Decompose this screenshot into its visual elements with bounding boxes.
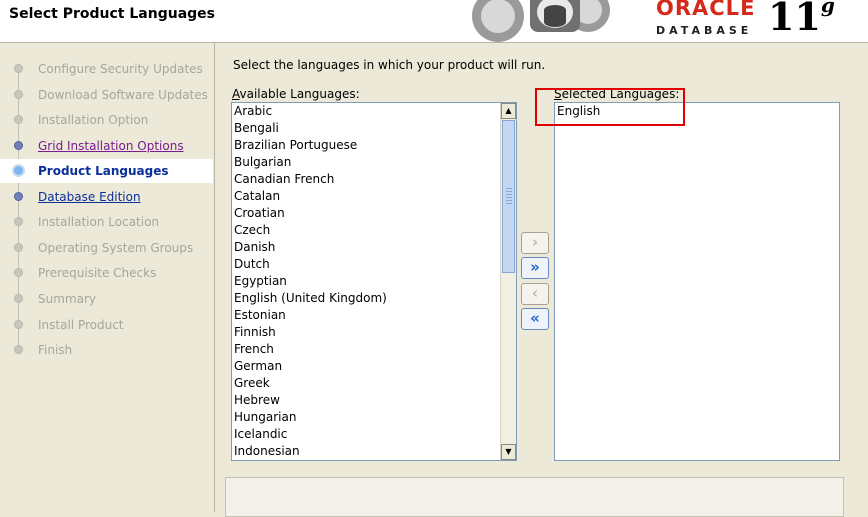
step-dot-icon bbox=[14, 115, 23, 124]
step-current-icon bbox=[12, 164, 25, 177]
list-item[interactable]: Croatian bbox=[232, 205, 516, 222]
list-item[interactable]: Bulgarian bbox=[232, 154, 516, 171]
list-item[interactable]: German bbox=[232, 358, 516, 375]
database-logo-text: DATABASE bbox=[656, 24, 753, 37]
list-item[interactable]: Bengali bbox=[232, 120, 516, 137]
step-grid-installation-options[interactable]: Grid Installation Options bbox=[0, 134, 213, 158]
list-item[interactable]: Dutch bbox=[232, 256, 516, 273]
step-label: Product Languages bbox=[38, 164, 169, 178]
list-item[interactable]: French bbox=[232, 341, 516, 358]
list-item[interactable]: Icelandic bbox=[232, 426, 516, 443]
step-label[interactable]: Database Edition bbox=[38, 190, 141, 204]
step-dot-icon bbox=[14, 90, 23, 99]
step-database-edition[interactable]: Database Edition bbox=[0, 185, 213, 209]
step-prerequisite-checks: Prerequisite Checks bbox=[0, 261, 213, 285]
list-item[interactable]: Finnish bbox=[232, 324, 516, 341]
step-finish: Finish bbox=[0, 338, 213, 362]
step-dot-icon bbox=[14, 64, 23, 73]
available-languages-label: Available Languages: bbox=[232, 87, 360, 101]
step-dot-icon bbox=[14, 345, 23, 354]
version-logo: 11g bbox=[768, 0, 835, 39]
step-dot-icon bbox=[14, 320, 23, 329]
instruction-text: Select the languages in which your produ… bbox=[233, 58, 546, 72]
step-label: Finish bbox=[38, 343, 73, 357]
step-dot-icon bbox=[14, 268, 23, 277]
oracle-logo: ORACLE bbox=[656, 0, 756, 20]
list-item[interactable]: Catalan bbox=[232, 188, 516, 205]
highlight-annotation bbox=[535, 88, 685, 126]
version-suffix: g bbox=[820, 0, 835, 18]
gears-graphic-icon bbox=[472, 0, 610, 42]
step-label[interactable]: Grid Installation Options bbox=[38, 139, 184, 153]
step-dot-icon bbox=[14, 217, 23, 226]
selected-languages-list[interactable]: English bbox=[554, 102, 840, 461]
step-dot-icon bbox=[14, 243, 23, 252]
step-label: Installation Location bbox=[38, 215, 160, 229]
list-item[interactable]: Indonesian bbox=[232, 443, 516, 460]
step-dot-icon bbox=[14, 294, 23, 303]
step-label: Operating System Groups bbox=[38, 241, 194, 255]
list-item[interactable]: English (United Kingdom) bbox=[232, 290, 516, 307]
step-label: Prerequisite Checks bbox=[38, 266, 157, 280]
move-left-button[interactable]: ‹ bbox=[521, 283, 549, 305]
list-item[interactable]: Arabic bbox=[232, 103, 516, 120]
scroll-down-button[interactable]: ▼ bbox=[501, 444, 516, 460]
available-list-scrollbar[interactable]: ▲ ▼ bbox=[500, 103, 516, 460]
list-item[interactable]: Hebrew bbox=[232, 392, 516, 409]
header-banner: Select Product Languages ORACLE DATABASE… bbox=[0, 0, 868, 43]
list-item[interactable]: Brazilian Portuguese bbox=[232, 137, 516, 154]
page-title: Select Product Languages bbox=[9, 6, 215, 22]
list-item[interactable]: Canadian French bbox=[232, 171, 516, 188]
step-product-languages: Product Languages bbox=[0, 159, 213, 183]
message-panel bbox=[225, 477, 844, 517]
move-right-button[interactable]: › bbox=[521, 232, 549, 254]
available-languages-list[interactable]: Arabic Bengali Brazilian Portuguese Bulgari… bbox=[231, 102, 517, 461]
step-done-icon bbox=[14, 192, 23, 201]
step-install-product: Install Product bbox=[0, 313, 213, 337]
steps-sidebar: Configure Security Updates Download Soft… bbox=[0, 43, 213, 512]
version-number: 11 bbox=[768, 0, 821, 39]
step-done-icon bbox=[14, 141, 23, 150]
list-item[interactable]: Danish bbox=[232, 239, 516, 256]
scroll-thumb[interactable] bbox=[502, 120, 515, 273]
scroll-up-button[interactable]: ▲ bbox=[501, 103, 516, 119]
list-item[interactable]: Egyptian bbox=[232, 273, 516, 290]
step-configure-security-updates: Configure Security Updates bbox=[0, 57, 213, 81]
step-label: Install Product bbox=[38, 318, 124, 332]
step-label: Summary bbox=[38, 292, 96, 306]
available-items: Arabic Bengali Brazilian Portuguese Bulgari… bbox=[232, 103, 516, 460]
available-label-text: vailable Languages: bbox=[239, 87, 360, 101]
list-item[interactable]: Czech bbox=[232, 222, 516, 239]
step-operating-system-groups: Operating System Groups bbox=[0, 236, 213, 260]
list-item[interactable]: Greek bbox=[232, 375, 516, 392]
available-label-mnemonic: A bbox=[232, 87, 240, 101]
step-installation-option: Installation Option bbox=[0, 108, 213, 132]
list-item[interactable]: Hungarian bbox=[232, 409, 516, 426]
scroll-grip-icon bbox=[506, 187, 512, 206]
step-download-software-updates: Download Software Updates bbox=[0, 83, 213, 107]
step-installation-location: Installation Location bbox=[0, 210, 213, 234]
list-item[interactable]: Estonian bbox=[232, 307, 516, 324]
move-all-left-button[interactable]: « bbox=[521, 308, 549, 330]
step-label: Configure Security Updates bbox=[38, 62, 203, 76]
step-summary: Summary bbox=[0, 287, 213, 311]
step-label: Installation Option bbox=[38, 113, 149, 127]
step-label: Download Software Updates bbox=[38, 88, 208, 102]
move-all-right-button[interactable]: » bbox=[521, 257, 549, 279]
